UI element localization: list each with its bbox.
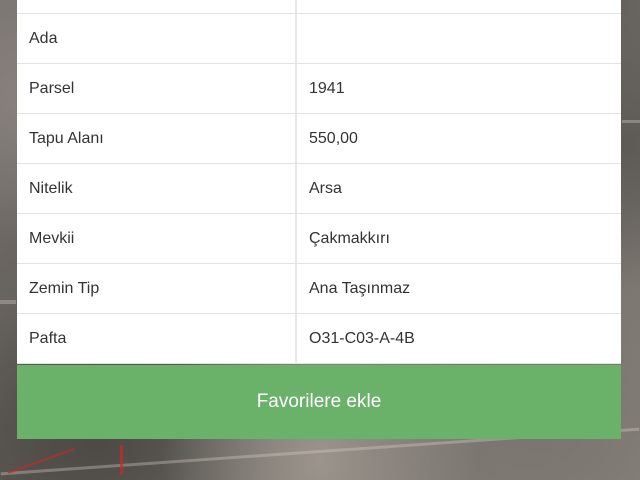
table-row: Nitelik Arsa: [17, 164, 621, 214]
row-value-zemin-tip: Ana Taşınmaz: [309, 279, 411, 297]
table-row: Parsel 1941: [17, 64, 621, 114]
row-value-parsel: 1941: [309, 79, 345, 97]
table-row: Pafta O31-C03-A-4B: [17, 314, 621, 364]
map-road: [0, 300, 16, 304]
table-row: Tapu Alanı 550,00: [17, 114, 621, 164]
row-label-parsel: Parsel: [17, 64, 297, 113]
table-row: [17, 0, 621, 14]
row-value: [297, 0, 621, 13]
row-value-tapu-alani: 550,00: [309, 129, 358, 147]
row-value-nitelik: Arsa: [309, 179, 342, 197]
row-value-ada: [297, 14, 621, 63]
property-details-table: Ada Parsel 1941 Tapu Alanı 550,00 Niteli…: [17, 0, 621, 364]
row-value-mevkii: Çakmakkırı: [309, 229, 390, 247]
map-marker-line: [120, 445, 123, 475]
row-label-pafta: Pafta: [17, 314, 297, 363]
row-label: [17, 0, 297, 13]
row-label-mevkii: Mevkii: [17, 214, 297, 263]
row-label-tapu-alani: Tapu Alanı: [17, 114, 297, 163]
row-label-nitelik: Nitelik: [17, 164, 297, 213]
map-road: [622, 120, 640, 123]
table-row: Ada: [17, 14, 621, 64]
table-row: Mevkii Çakmakkırı: [17, 214, 621, 264]
row-value-pafta: O31-C03-A-4B: [309, 329, 415, 347]
row-label-ada: Ada: [17, 14, 297, 63]
table-row: Zemin Tip Ana Taşınmaz: [17, 264, 621, 314]
add-to-favorites-button[interactable]: Favorilere ekle: [17, 365, 621, 439]
row-label-zemin-tip: Zemin Tip: [17, 264, 297, 313]
